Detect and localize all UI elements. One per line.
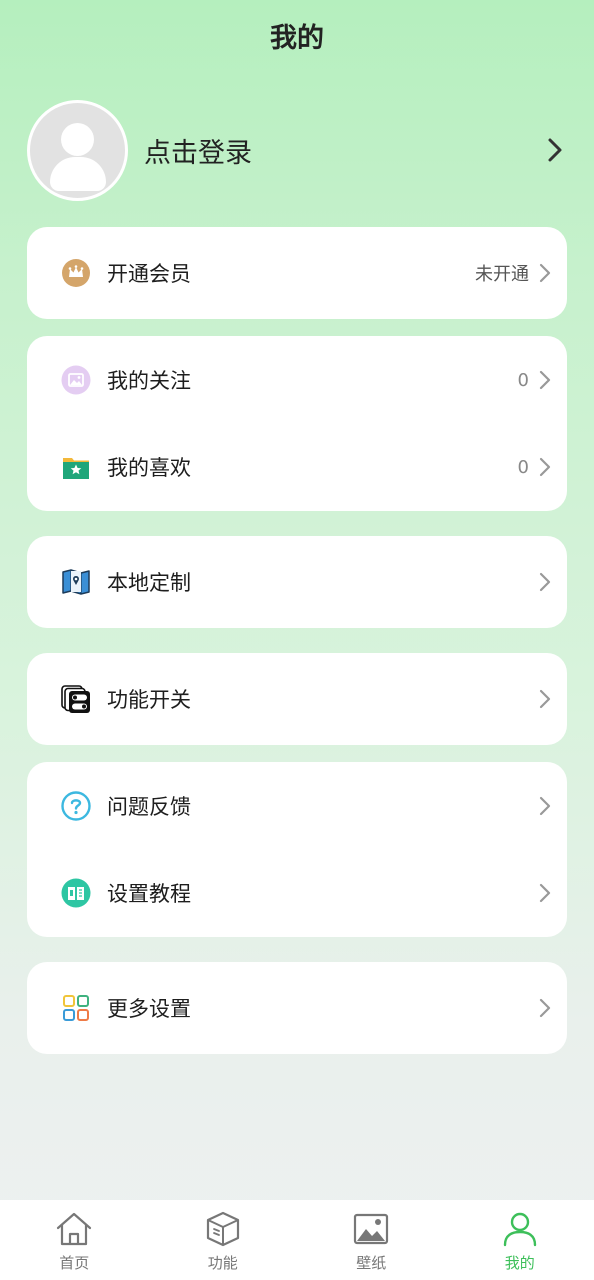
star-folder-icon [61,452,91,482]
help-card: 问题反馈 设置教程 [27,762,567,937]
local-row[interactable]: 本地定制 [27,538,567,626]
tutorial-label: 设置教程 [107,882,191,906]
switches-label: 功能开关 [107,688,191,712]
chevron-right-icon [539,370,551,390]
map-pin-icon [61,567,91,597]
switches-card: 功能开关 [27,653,567,745]
tab-features[interactable]: 功能 [149,1200,298,1280]
picture-icon [352,1210,390,1248]
like-label: 我的喜欢 [107,456,191,480]
chevron-right-icon [539,572,551,592]
profile-login[interactable]: 点击登录 [27,99,567,201]
person-icon [501,1210,539,1248]
chevron-right-icon [539,457,551,477]
more-label: 更多设置 [107,997,191,1021]
collection-card: 我的关注 0 我的喜欢 0 [27,336,567,511]
tab-home[interactable]: 首页 [0,1200,149,1280]
grid-icon [61,993,91,1023]
tab-home-label: 首页 [59,1254,90,1272]
more-row[interactable]: 更多设置 [27,964,567,1052]
local-label: 本地定制 [107,571,191,595]
follow-row[interactable]: 我的关注 0 [27,336,567,424]
vip-label: 开通会员 [107,262,191,286]
box-icon [204,1210,242,1248]
switches-row[interactable]: 功能开关 [27,655,567,743]
toggle-icon [61,684,91,714]
chevron-right-icon [539,883,551,903]
like-row[interactable]: 我的喜欢 0 [27,423,567,511]
tutorial-row[interactable]: 设置教程 [27,849,567,937]
vip-row[interactable]: 开通会员 未开通 [27,229,567,317]
crown-icon [61,258,91,288]
like-count: 0 [517,456,529,478]
more-card: 更多设置 [27,962,567,1054]
tab-mine-label: 我的 [504,1254,535,1272]
home-icon [55,1210,93,1248]
book-icon [61,878,91,908]
tab-wallpaper-label: 壁纸 [356,1254,387,1272]
feedback-row[interactable]: 问题反馈 [27,762,567,850]
default-avatar-icon[interactable] [27,99,128,201]
follow-count: 0 [517,369,529,391]
question-icon [61,791,91,821]
local-card: 本地定制 [27,536,567,628]
chevron-right-icon [548,138,562,162]
follow-label: 我的关注 [107,369,191,393]
tab-features-label: 功能 [207,1254,238,1272]
chevron-right-icon [539,263,551,283]
chevron-right-icon [539,998,551,1018]
bottom-tab-bar: 首页 功能 壁纸 我的 [0,1200,594,1280]
vip-card: 开通会员 未开通 [27,227,567,319]
tab-mine[interactable]: 我的 [446,1200,594,1280]
vip-status: 未开通 [475,264,529,285]
tab-wallpaper[interactable]: 壁纸 [297,1200,446,1280]
chevron-right-icon [539,689,551,709]
feedback-label: 问题反馈 [107,795,191,819]
login-text[interactable]: 点击登录 [144,131,252,170]
chevron-right-icon [539,796,551,816]
page-title: 我的 [270,23,324,54]
image-icon [61,365,91,395]
